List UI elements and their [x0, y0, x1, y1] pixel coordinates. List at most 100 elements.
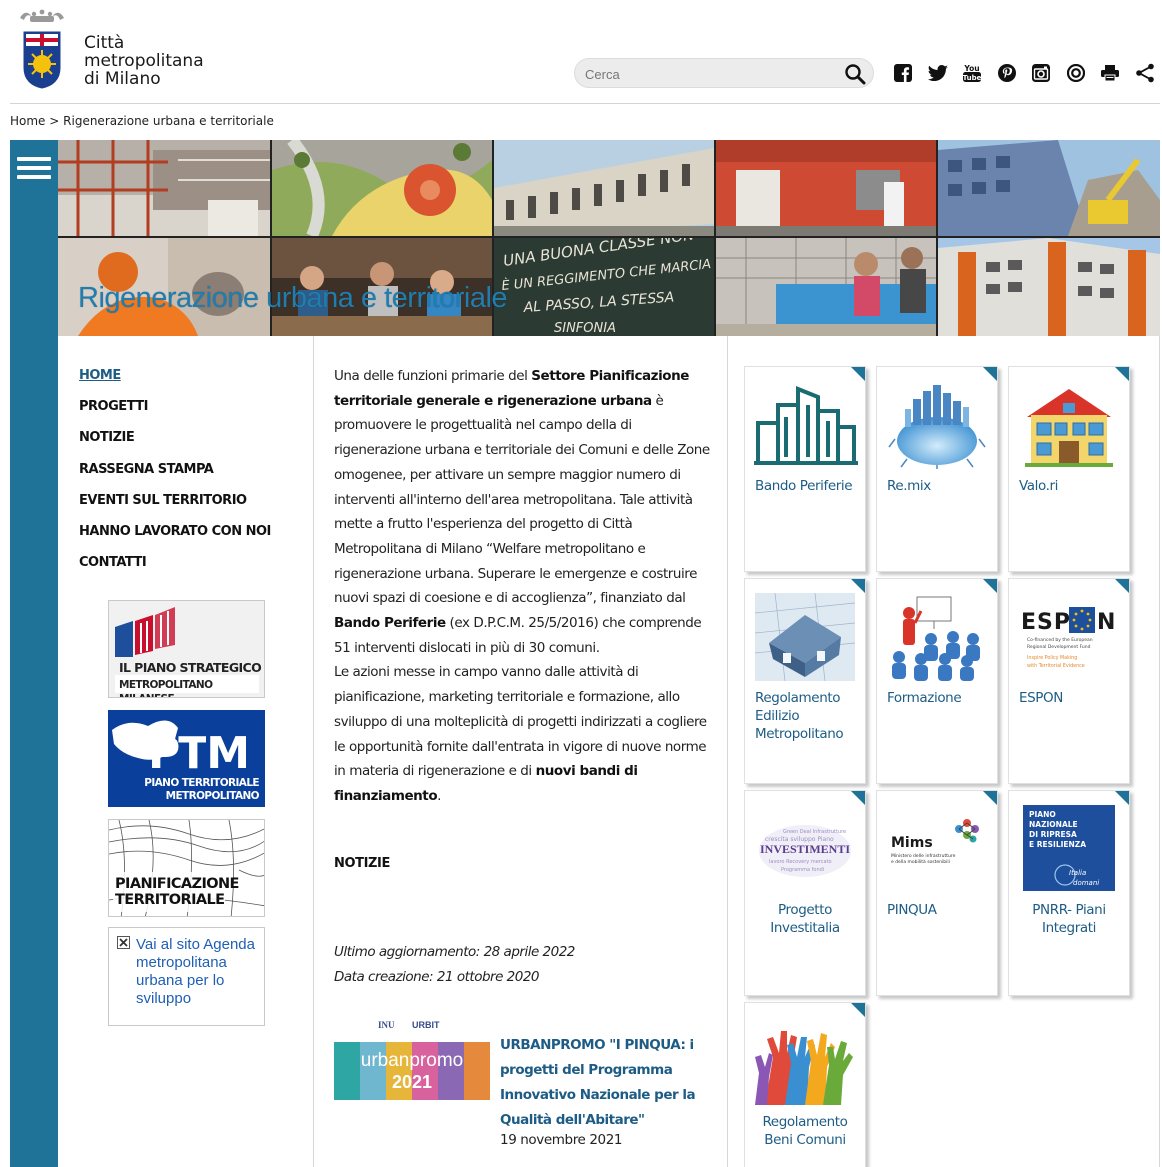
card-regolamento-beni-comuni[interactable]: Regolamento Beni Comuni [744, 1002, 866, 1167]
promo-strategico-line2: METROPOLITANO MILANESE [119, 679, 213, 697]
logo-text: Città metropolitana di Milano [84, 34, 204, 88]
training-class-icon [892, 596, 980, 681]
card-progetto-investitalia[interactable]: Green Deal Infrastrutture crescita svilu… [744, 790, 866, 996]
breadcrumb-separator: > [49, 114, 60, 128]
notizie-heading: NOTIZIE [334, 856, 390, 871]
news-thumbnail[interactable]: INU URBIT urbanpromo 2021 [334, 1018, 490, 1110]
logo-line-3: di Milano [84, 69, 161, 89]
breadcrumb-home-link[interactable]: Home [10, 114, 45, 128]
news-date: 19 novembre 2021 [500, 1132, 623, 1148]
card-pinqua[interactable]: Mims Ministero delle infrastrutture e de… [876, 790, 998, 996]
card-regolamento-edilizio[interactable]: Regolamento Edilizio Metropolitano [744, 578, 866, 784]
banner-photo-playground [272, 140, 492, 236]
logo-line-1: Città [84, 33, 125, 53]
svg-text:You: You [964, 64, 980, 73]
nav-item-contatti[interactable]: CONTATTI [79, 555, 271, 586]
promo-ptm[interactable]: PTM PIANO TERRITORIALE METROPOLITANO [108, 710, 265, 807]
pnrr-line-1: PIANO [1029, 810, 1056, 819]
header-divider [10, 103, 1160, 104]
promo-piano-strategico[interactable]: IL PIANO STRATEGICO METROPOLITANO MILANE… [108, 600, 265, 698]
hamburger-icon [17, 157, 51, 179]
house-blueprint-icon [755, 593, 855, 681]
share-icon [1135, 63, 1154, 83]
mims-sub-1: Ministero delle infrastrutture [891, 853, 956, 859]
nav-item-home[interactable]: HOME [79, 368, 271, 399]
pnrr-line-3: DI RIPRESA [1029, 830, 1077, 839]
agenda-site-link[interactable]: Vai al sito Agenda metropolitana urbana … [136, 936, 256, 1008]
p1-bold-bando: Bando Periferie [334, 615, 446, 632]
projects-grid: Bando Periferie Re.mix Valo.ri Regolamen… [728, 336, 1160, 1167]
page-dates: Ultimo aggiornamento: 28 aprile 2022 Dat… [334, 940, 575, 990]
promo-ptm-line1: PIANO TERRITORIALE [144, 777, 259, 789]
social-bar: You Tube [886, 60, 1162, 86]
card-label: PINQUA [887, 902, 937, 918]
facebook-icon [894, 64, 913, 82]
nav-item-progetti[interactable]: PROGETTI [79, 399, 271, 430]
banner-photo-scaffolding [58, 140, 270, 236]
pnrr-line-2: NAZIONALE [1029, 820, 1078, 829]
card-formazione[interactable]: Formazione [876, 578, 998, 784]
last-updated: Ultimo aggiornamento: 28 aprile 2022 [334, 944, 575, 960]
twitter-icon [927, 64, 948, 81]
twitter-button[interactable] [921, 60, 956, 86]
globe-city-icon [888, 385, 986, 469]
pnrr-line-5: Italia [1069, 869, 1086, 877]
hero-banner: UNA BUONA CLASSE NON È UN REGGIMENTO CHE… [58, 140, 1160, 336]
nav-item-eventi[interactable]: EVENTI SUL TERRITORIO [79, 493, 271, 524]
nav-item-rassegna-stampa[interactable]: RASSEGNA STAMPA [79, 462, 271, 493]
menu-toggle-button[interactable] [17, 157, 51, 181]
p2-part-1: Le azioni messe in campo vanno dalle att… [334, 664, 707, 780]
svg-text:Green Deal Infrastrutture: Green Deal Infrastrutture [783, 829, 846, 835]
pinterest-button[interactable] [990, 60, 1025, 86]
card-corner [851, 1003, 865, 1017]
card-pnrr-piani-integrati[interactable]: PIANO NAZIONALE DI RIPRESA E RESILIENZA … [1008, 790, 1130, 996]
mims-logo-icon: Mims Ministero delle infrastrutture e de… [891, 819, 979, 865]
promo-pianificazione[interactable]: PIANIFICAZIONE TERRITORIALE [108, 819, 265, 917]
raised-hands-icon [755, 1031, 853, 1105]
card-bando-periferie[interactable]: Bando Periferie [744, 366, 866, 572]
card-espon[interactable]: ESP N Co-financed by the European Region… [1008, 578, 1130, 784]
youtube-button[interactable]: You Tube [955, 60, 990, 86]
card-label: Formazione [887, 690, 962, 706]
nav-item-notizie[interactable]: NOTIZIE [79, 430, 271, 461]
card-corner [983, 579, 997, 593]
card-valori[interactable]: Valo.ri [1008, 366, 1130, 572]
card-label: Valo.ri [1019, 478, 1059, 494]
espon-sub-4: with Territorial Evidence [1027, 663, 1085, 669]
svg-text:Programma fondi: Programma fondi [781, 867, 824, 873]
card-label: Progetto Investitalia [770, 902, 840, 936]
breadcrumb: Home > Rigenerazione urbana e territoria… [10, 114, 274, 128]
investimenti-word: INVESTIMENTI [760, 842, 850, 856]
urbit-logo-text: URBIT [412, 1020, 440, 1030]
intro-paragraph-1: Una delle funzioni primarie del Settore … [334, 364, 720, 660]
created-date: Data creazione: 21 ottobre 2020 [334, 969, 540, 985]
card-corner [983, 791, 997, 805]
promo-strategico-line1: IL PIANO STRATEGICO [119, 660, 262, 675]
p2-part-2: . [437, 787, 441, 804]
banner-photo-chalkboard: UNA BUONA CLASSE NON È UN REGGIMENTO CHE… [494, 238, 714, 336]
thumb-year: 2021 [392, 1072, 432, 1092]
p1-part-2: è promuovere le progettualità nel campo … [334, 392, 710, 607]
card-label: Regolamento Beni Comuni [762, 1114, 848, 1148]
nav-item-hanno-lavorato[interactable]: HANNO LAVORATO CON NOI [79, 524, 271, 555]
instagram-button[interactable] [1024, 60, 1059, 86]
search-input[interactable] [585, 64, 835, 84]
search-box [574, 58, 874, 88]
card-label: ESPON [1019, 690, 1063, 706]
banner-photo-painting [716, 238, 936, 336]
banner-photo-red-wall [716, 140, 936, 236]
share-button[interactable] [1128, 60, 1162, 86]
left-sidebar: HOME PROGETTI NOTIZIE RASSEGNA STAMPA EV… [58, 336, 314, 1167]
flickr-button[interactable] [1059, 60, 1094, 86]
banner-photo-orange-building [938, 238, 1160, 336]
card-remix[interactable]: Re.mix [876, 366, 998, 572]
search-button[interactable] [843, 62, 867, 86]
facebook-button[interactable] [886, 60, 921, 86]
urbanpromo-image: INU URBIT urbanpromo 2021 [334, 1020, 490, 1100]
print-button[interactable] [1093, 60, 1128, 86]
espon-text-left: ESP [1021, 610, 1071, 635]
site-logo[interactable]: Città metropolitana di Milano [10, 8, 220, 96]
card-corner [1115, 367, 1129, 381]
card-label: PNRR- Piani Integrati [1032, 902, 1106, 936]
news-title-link[interactable]: URBANPROMO "I PINQUA: i progetti del Pro… [500, 1033, 712, 1133]
